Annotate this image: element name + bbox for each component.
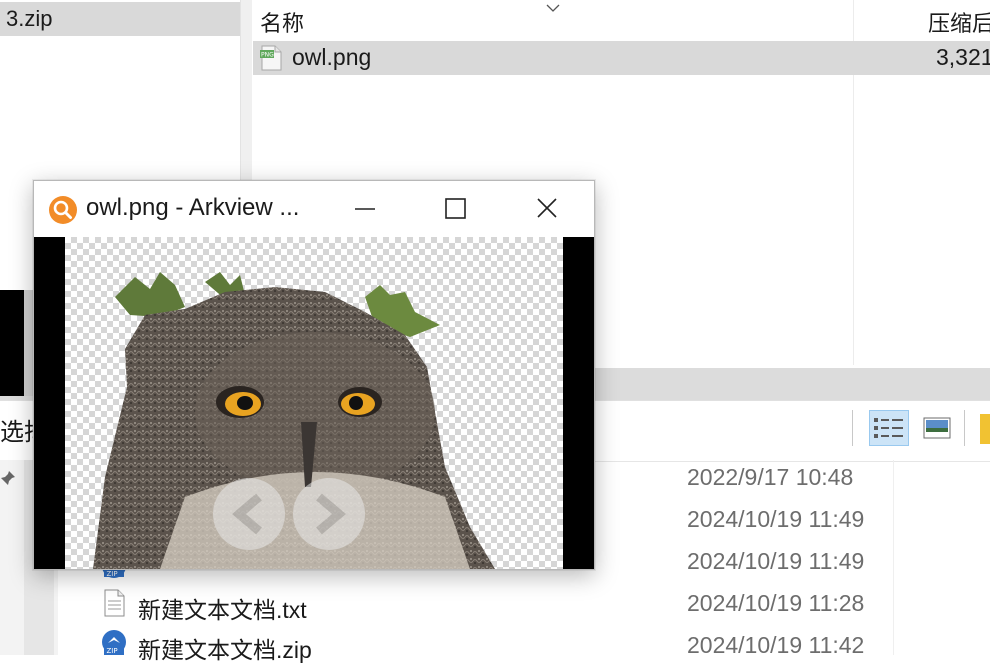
details-view-button[interactable] <box>869 410 909 446</box>
magnifier-icon <box>49 196 77 224</box>
pin-icon <box>1 471 15 485</box>
window-title: owl.png - Arkview ... <box>86 194 300 221</box>
date-modified: 2024/10/19 11:49 <box>687 548 865 574</box>
list-item-name[interactable]: 新建文本文档.zip <box>138 631 312 665</box>
details-view-icon <box>874 418 903 438</box>
navigation-overlay-icon[interactable] <box>204 469 374 559</box>
list-item-name[interactable]: 新建文本文档.txt <box>138 591 307 625</box>
minimize-button[interactable] <box>336 185 394 233</box>
date-modified: 2022/9/17 10:48 <box>687 464 854 490</box>
close-icon <box>537 198 557 218</box>
date-modified: 2024/10/19 11:49 <box>687 506 865 532</box>
zip-file-icon: ZIP <box>102 630 126 655</box>
minimize-icon <box>355 208 375 210</box>
png-file-icon: PNG <box>260 45 282 71</box>
maximize-button[interactable] <box>426 185 484 233</box>
file-compressed-size: 3,321 <box>936 44 990 70</box>
svg-text:PNG: PNG <box>261 52 274 59</box>
text-file-icon <box>104 589 125 617</box>
close-button[interactable] <box>518 185 576 233</box>
title-bar[interactable]: owl.png - Arkview ... <box>34 181 594 237</box>
large-icons-view-icon[interactable] <box>922 414 952 442</box>
toolbar-separator <box>852 410 853 446</box>
column-divider <box>893 460 894 655</box>
folder-icon[interactable] <box>980 414 990 444</box>
column-header-name[interactable]: 名称 <box>260 6 304 38</box>
sort-down-icon <box>546 4 560 12</box>
date-modified: 2024/10/19 11:28 <box>687 590 865 616</box>
toolbar-separator <box>964 410 965 446</box>
svg-text:ZIP: ZIP <box>107 647 118 655</box>
arkview-window: owl.png - Arkview ... <box>33 180 595 570</box>
svg-text:ZIP: ZIP <box>107 570 118 578</box>
tree-item-zip[interactable]: 3.zip <box>0 2 240 36</box>
file-name: owl.png <box>292 44 372 70</box>
maximize-icon <box>445 198 466 219</box>
background-window-edge <box>0 290 24 396</box>
image-viewport[interactable] <box>34 237 594 569</box>
column-header-compressed[interactable]: 压缩后 <box>928 6 990 38</box>
